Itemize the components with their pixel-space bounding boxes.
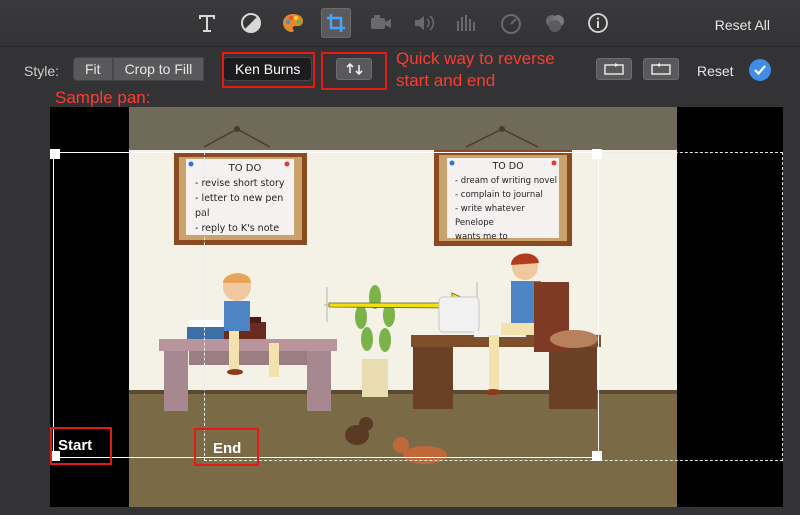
overlay-icon[interactable] [540,8,570,38]
color-balance-icon[interactable] [236,8,266,38]
crop-icon[interactable] [321,8,351,38]
style-label: Style: [24,63,60,79]
crop-to-fill-button[interactable]: Crop to Fill [112,57,205,81]
apply-checkmark-button[interactable] [749,59,771,81]
rotate-left-icon [604,63,624,75]
end-label-highlight [194,428,259,466]
start-crop-handle[interactable] [592,451,602,461]
sample-pan-annotation: Sample pan: [55,88,151,107]
swap-annotation-line-1: Quick way to reverse [396,49,555,68]
start-label-highlight [50,427,112,465]
start-crop-rect[interactable] [53,152,599,458]
volume-icon[interactable] [409,8,439,38]
fit-button[interactable]: Fit [73,57,113,81]
swap-annotation: Quick way to reverse start and end [396,48,555,92]
speedometer-icon[interactable] [496,8,526,38]
reset-all-button[interactable]: Reset All [715,17,770,33]
swap-annotation-line-2: start and end [396,71,496,90]
swap-button-highlight [321,52,387,90]
text-icon[interactable] [192,8,222,38]
color-palette-icon[interactable] [278,8,308,38]
info-icon[interactable] [583,8,613,38]
adjustments-toolbar: Reset All [0,0,800,47]
start-crop-handle[interactable] [592,149,602,159]
rotate-left-button[interactable] [596,58,632,80]
ken-burns-highlight [222,52,315,88]
start-crop-handle[interactable] [50,149,60,159]
rotate-right-button[interactable] [643,58,679,80]
equalizer-icon[interactable] [452,8,482,38]
style-segmented-control: Fit Crop to Fill [73,57,205,81]
checkmark-icon [754,65,766,76]
rotate-right-icon [651,63,671,75]
camera-icon[interactable] [366,8,396,38]
reset-button[interactable]: Reset [697,63,734,79]
